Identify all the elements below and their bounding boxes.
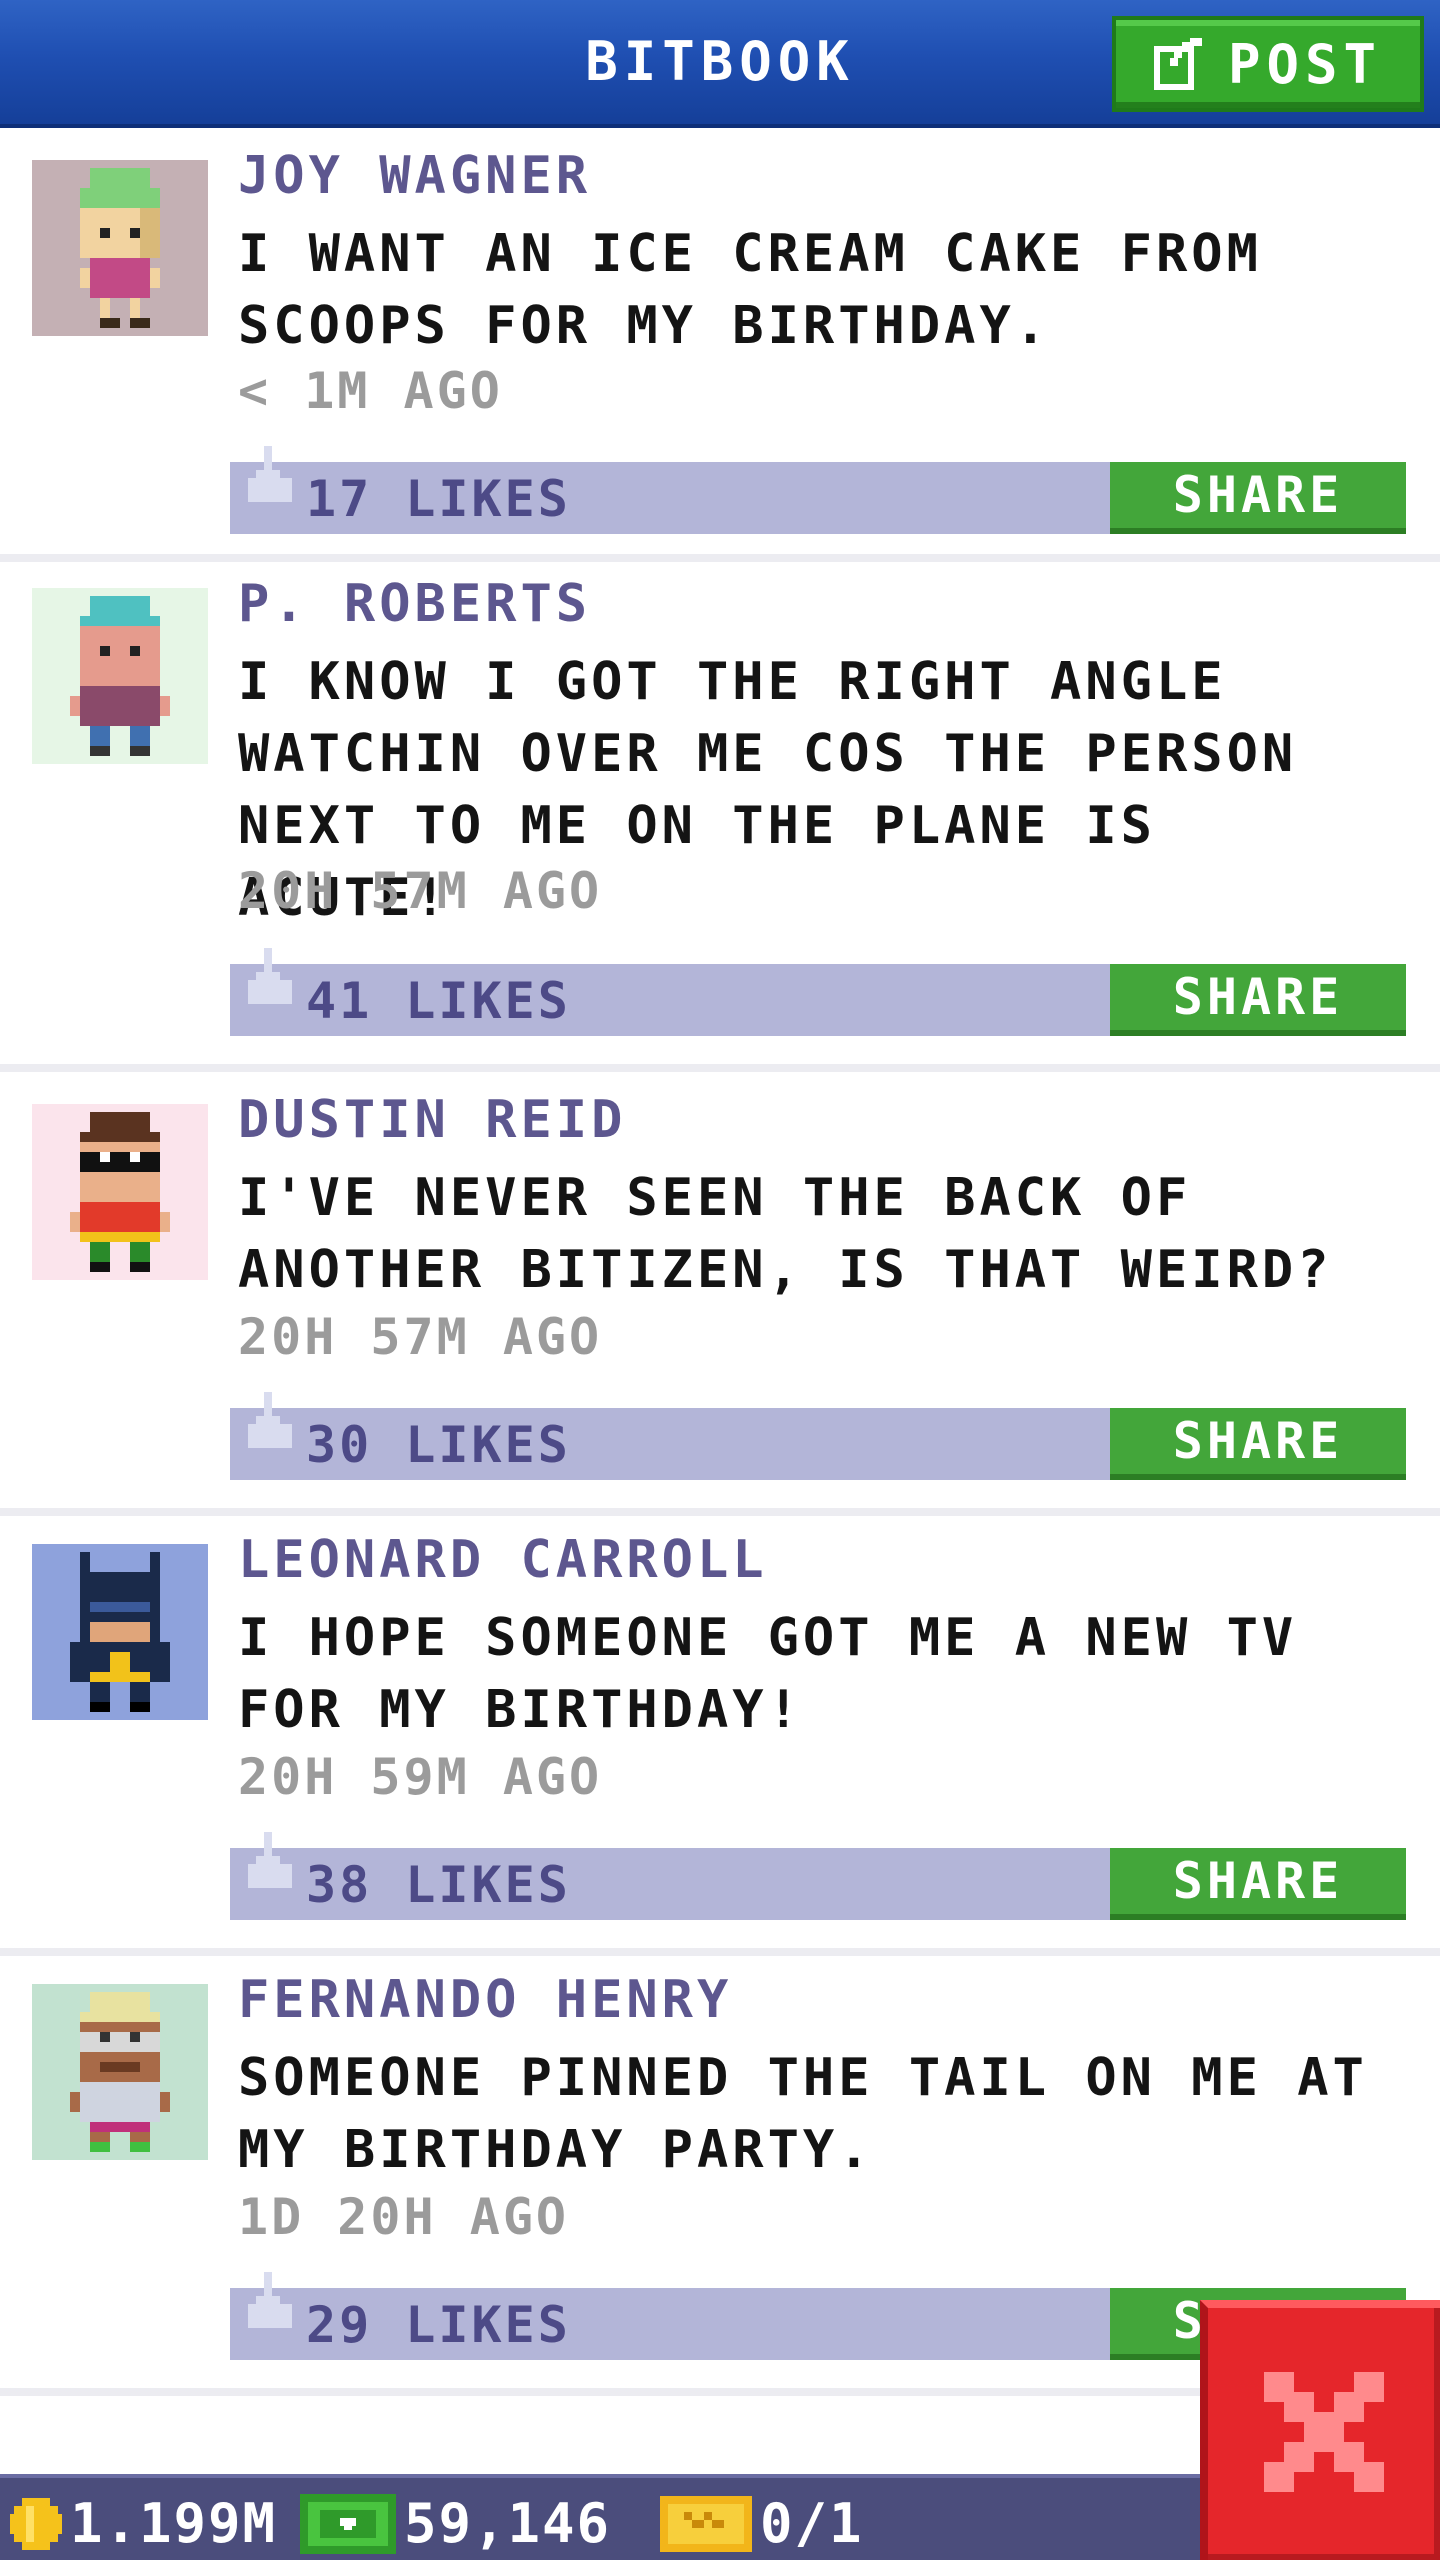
like-count: 17 LIKES xyxy=(306,470,571,528)
like-count: 30 LIKES xyxy=(306,1416,571,1474)
post-message-line: SCOOPS FOR MY BIRTHDAY. xyxy=(238,296,1051,356)
post-author: LEONARD CARROLL xyxy=(238,1530,768,1590)
share-button[interactable]: SHARE xyxy=(1110,462,1406,534)
like-bar: 41 LIKES SHARE xyxy=(230,948,1406,1036)
feed-post: DUSTIN REID I'VE NEVER SEEN THE BACK OF … xyxy=(0,1076,1440,1516)
tickets-value: 0/1 xyxy=(760,2492,864,2555)
avatar[interactable] xyxy=(32,1104,208,1280)
feed-post: LEONARD CARROLL I HOPE SOMEONE GOT ME A … xyxy=(0,1516,1440,1956)
post-button-label: POST xyxy=(1227,32,1383,96)
avatar[interactable] xyxy=(32,1984,208,2160)
post-message-line: SOMEONE PINNED THE TAIL ON ME AT xyxy=(238,2048,1368,2108)
coins-value: 1.199M xyxy=(70,2492,278,2555)
post-message-line: FOR MY BIRTHDAY! xyxy=(238,1680,803,1740)
ticket-icon xyxy=(660,2495,752,2552)
coin-icon xyxy=(10,2497,62,2550)
close-button[interactable] xyxy=(1200,2300,1440,2560)
app-header: BITBOOK POST xyxy=(0,0,1440,128)
tickets-counter[interactable]: 0/1 xyxy=(660,2492,864,2555)
post-author: FERNANDO HENRY xyxy=(238,1970,733,2030)
post-time: 1D 20H AGO xyxy=(238,2188,570,2246)
post-message: I WANT AN ICE CREAM CAKE FROM SCOOPS FOR… xyxy=(238,218,1398,362)
post-author: P. ROBERTS xyxy=(238,574,592,634)
post-author: JOY WAGNER xyxy=(238,146,592,206)
post-author: DUSTIN REID xyxy=(238,1090,627,1150)
close-icon xyxy=(1254,2362,1394,2506)
post-message-line: I WANT AN ICE CREAM CAKE FROM xyxy=(238,224,1262,284)
like-bar: 30 LIKES SHARE xyxy=(230,1392,1406,1480)
avatar[interactable] xyxy=(32,160,208,336)
like-bar: 38 LIKES SHARE xyxy=(230,1832,1406,1920)
share-button[interactable]: SHARE xyxy=(1110,1848,1406,1920)
like-count: 29 LIKES xyxy=(306,2296,571,2354)
feed-post: JOY WAGNER I WANT AN ICE CREAM CAKE FROM… xyxy=(0,132,1440,562)
share-button[interactable]: SHARE xyxy=(1110,1408,1406,1480)
post-message: SOMEONE PINNED THE TAIL ON ME AT MY BIRT… xyxy=(238,2042,1398,2186)
like-count: 38 LIKES xyxy=(306,1856,571,1914)
post-message-line: I KNOW I GOT THE RIGHT ANGLE xyxy=(238,652,1227,712)
post-message: I HOPE SOMEONE GOT ME A NEW TV FOR MY BI… xyxy=(238,1602,1398,1746)
coins-counter[interactable]: 1.199M xyxy=(10,2492,277,2555)
post-time: 20H 59M AGO xyxy=(238,1748,603,1806)
post-time: < 1M AGO xyxy=(238,362,503,420)
avatar[interactable] xyxy=(32,1544,208,1720)
like-bar: 17 LIKES SHARE xyxy=(230,446,1406,534)
post-message-line: MY BIRTHDAY PARTY. xyxy=(238,2120,874,2180)
post-button[interactable]: POST xyxy=(1112,16,1424,112)
post-time: 20H 57M AGO xyxy=(238,862,603,920)
post-message-line: WATCHIN OVER ME COS THE PERSON xyxy=(238,724,1298,784)
avatar[interactable] xyxy=(32,588,208,764)
like-count: 41 LIKES xyxy=(306,972,571,1030)
compose-icon xyxy=(1153,38,1206,90)
bux-icon xyxy=(300,2493,396,2554)
post-message: I'VE NEVER SEEN THE BACK OF ANOTHER BITI… xyxy=(238,1162,1398,1306)
bux-counter[interactable]: 59,146 xyxy=(300,2492,611,2555)
like-icon[interactable] xyxy=(248,2272,292,2340)
post-message-line: ANOTHER BITIZEN, IS THAT WEIRD? xyxy=(238,1240,1333,1300)
post-message-line: I HOPE SOMEONE GOT ME A NEW TV xyxy=(238,1608,1298,1668)
like-icon[interactable] xyxy=(248,446,292,514)
like-icon[interactable] xyxy=(248,1392,292,1460)
like-icon[interactable] xyxy=(248,1832,292,1900)
post-time: 20H 57M AGO xyxy=(238,1308,603,1366)
like-icon[interactable] xyxy=(248,948,292,1016)
bux-value: 59,146 xyxy=(404,2492,612,2555)
feed-post: P. ROBERTS I KNOW I GOT THE RIGHT ANGLE … xyxy=(0,560,1440,1072)
post-message-line: I'VE NEVER SEEN THE BACK OF xyxy=(238,1168,1192,1228)
share-button[interactable]: SHARE xyxy=(1110,964,1406,1036)
